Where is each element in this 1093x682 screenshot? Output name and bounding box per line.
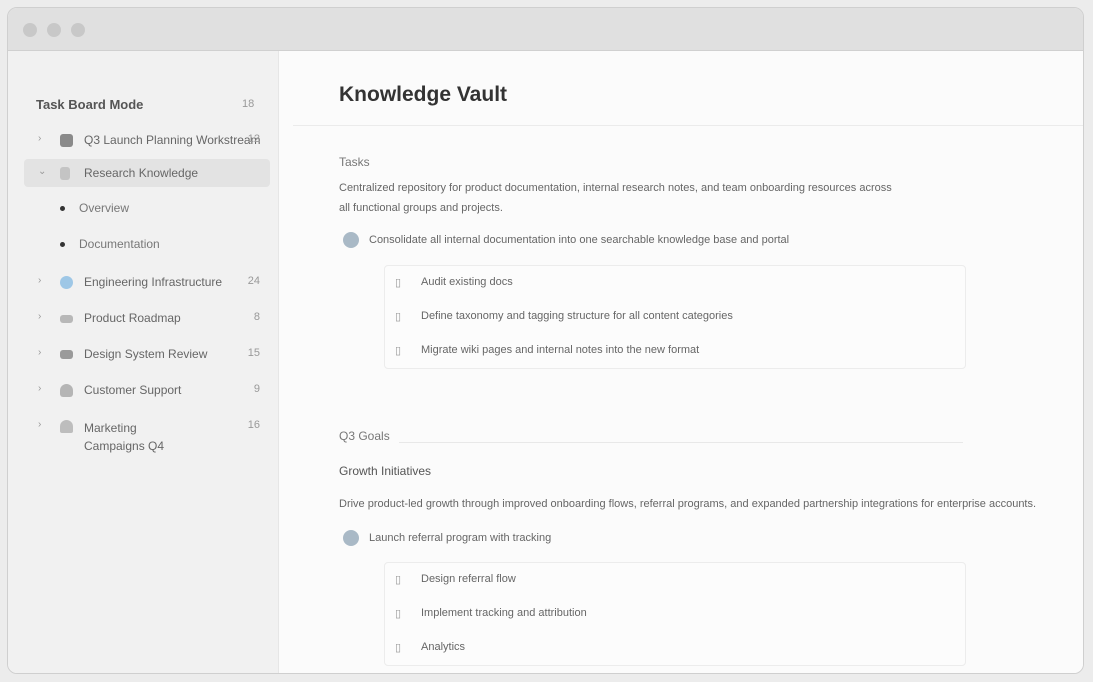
sidebar-item-label: Design System Review xyxy=(84,347,208,361)
subtask-label: Analytics xyxy=(421,641,466,653)
sidebar-item-count: 8 xyxy=(253,311,260,323)
doc-icon xyxy=(60,167,70,180)
bell-icon xyxy=(60,420,73,433)
subtask-list: ▯ Audit existing docs ▯ Define taxonomy … xyxy=(384,265,966,369)
sidebar-title-count: 18 xyxy=(242,98,255,110)
section-description: Drive product-led growth through improve… xyxy=(339,498,1037,510)
subtask-row[interactable]: ▯ Define taxonomy and tagging structure … xyxy=(385,300,965,334)
sidebar-subitem-overview[interactable]: Overview xyxy=(60,201,129,215)
doc-icon: ▯ xyxy=(395,277,402,289)
header-divider xyxy=(293,125,1083,126)
sidebar-item-label: Q3 Launch Planning Workstream xyxy=(84,133,261,147)
subtask-row[interactable]: ▯ Design referral flow xyxy=(385,563,965,597)
sidebar-item-label: Product Roadmap xyxy=(84,311,181,325)
section-label: Tasks xyxy=(339,155,370,169)
chevron-right-icon[interactable]: › xyxy=(38,347,48,358)
chart-icon xyxy=(60,315,73,323)
subtask-label: Audit existing docs xyxy=(421,276,513,288)
sidebar-item-support[interactable]: › Customer Support 9 xyxy=(24,376,270,404)
app-window: Task Board Mode 18 › Q3 Launch Planning … xyxy=(7,7,1084,674)
sidebar-item-count: 16 xyxy=(247,419,260,431)
task-title: Consolidate all internal documentation i… xyxy=(369,233,790,246)
task-status-icon[interactable] xyxy=(343,232,359,248)
subtask-row[interactable]: ▯ Migrate wiki pages and internal notes … xyxy=(385,334,965,368)
chevron-right-icon[interactable]: › xyxy=(38,311,48,322)
sidebar-item-marketing[interactable]: › Marketing Campaigns Q4 16 xyxy=(24,412,270,453)
doc-icon: ▯ xyxy=(395,608,402,620)
chevron-right-icon[interactable]: › xyxy=(38,383,48,394)
maximize-button[interactable] xyxy=(71,23,85,37)
task-item[interactable]: Consolidate all internal documentation i… xyxy=(343,232,789,248)
section-divider xyxy=(399,442,963,443)
subtask-list: ▯ Design referral flow ▯ Implement track… xyxy=(384,562,966,666)
sidebar-item-q3-launch[interactable]: › Q3 Launch Planning Workstream 12 xyxy=(24,126,270,154)
sidebar-item-label: Marketing Campaigns Q4 xyxy=(84,421,165,453)
sidebar-item-label: Customer Support xyxy=(84,383,182,397)
task-item[interactable]: Launch referral program with tracking xyxy=(343,530,551,546)
chevron-right-icon[interactable]: › xyxy=(38,419,48,430)
sidebar-item-roadmap[interactable]: › Product Roadmap 8 xyxy=(24,304,270,332)
sidebar-item-label: Engineering Infrastructure xyxy=(84,275,223,289)
sidebar-item-research[interactable]: ⌄ Research Knowledge xyxy=(24,159,270,187)
sidebar-item-design[interactable]: › Design System Review 15 xyxy=(24,340,270,368)
grid-icon xyxy=(60,134,73,147)
sidebar-subitem-documentation[interactable]: Documentation xyxy=(60,237,160,251)
bullet-icon xyxy=(60,206,65,212)
sidebar-item-count: 12 xyxy=(247,133,260,145)
subtask-label: Design referral flow xyxy=(421,573,516,585)
minimize-button[interactable] xyxy=(47,23,61,37)
main-content: Knowledge Vault Tasks Centralized reposi… xyxy=(279,51,1083,673)
sidebar-item-label: Research Knowledge xyxy=(84,166,199,180)
subtask-label: Implement tracking and attribution xyxy=(421,607,587,619)
sidebar-item-count: 9 xyxy=(253,383,260,395)
sidebar-item-count: 24 xyxy=(247,275,260,287)
close-button[interactable] xyxy=(23,23,37,37)
section-heading: Growth Initiatives xyxy=(339,464,432,478)
doc-icon: ▯ xyxy=(395,642,402,654)
section-label: Q3 Goals xyxy=(339,429,390,443)
sidebar: Task Board Mode 18 › Q3 Launch Planning … xyxy=(8,51,279,673)
doc-icon: ▯ xyxy=(395,574,402,586)
page-title: Knowledge Vault xyxy=(339,83,508,106)
subtask-label: Migrate wiki pages and internal notes in… xyxy=(421,344,700,356)
bullet-icon xyxy=(60,242,65,248)
sidebar-item-engineering[interactable]: › Engineering Infrastructure 24 xyxy=(24,268,270,296)
task-title: Launch referral program with tracking xyxy=(369,531,552,544)
subtask-row[interactable]: ▯ Implement tracking and attribution xyxy=(385,597,965,631)
doc-icon: ▯ xyxy=(395,311,402,323)
user-icon xyxy=(60,384,73,397)
title-bar xyxy=(8,8,1083,51)
section-description: Centralized repository for product docum… xyxy=(339,182,892,214)
subitem-label: Documentation xyxy=(79,237,160,251)
subtask-row[interactable]: ▯ Analytics xyxy=(385,631,965,665)
subtask-label: Define taxonomy and tagging structure fo… xyxy=(421,310,733,322)
sidebar-item-count: 15 xyxy=(247,347,260,359)
chevron-right-icon[interactable]: › xyxy=(38,133,48,144)
chevron-down-icon[interactable]: ⌄ xyxy=(38,166,48,177)
task-status-icon[interactable] xyxy=(343,530,359,546)
subitem-label: Overview xyxy=(79,201,130,215)
sidebar-title: Task Board Mode xyxy=(36,97,144,112)
chevron-right-icon[interactable]: › xyxy=(38,275,48,286)
globe-icon xyxy=(60,276,73,289)
palette-icon xyxy=(60,350,73,359)
subtask-row[interactable]: ▯ Audit existing docs xyxy=(385,266,965,300)
doc-icon: ▯ xyxy=(395,345,402,357)
